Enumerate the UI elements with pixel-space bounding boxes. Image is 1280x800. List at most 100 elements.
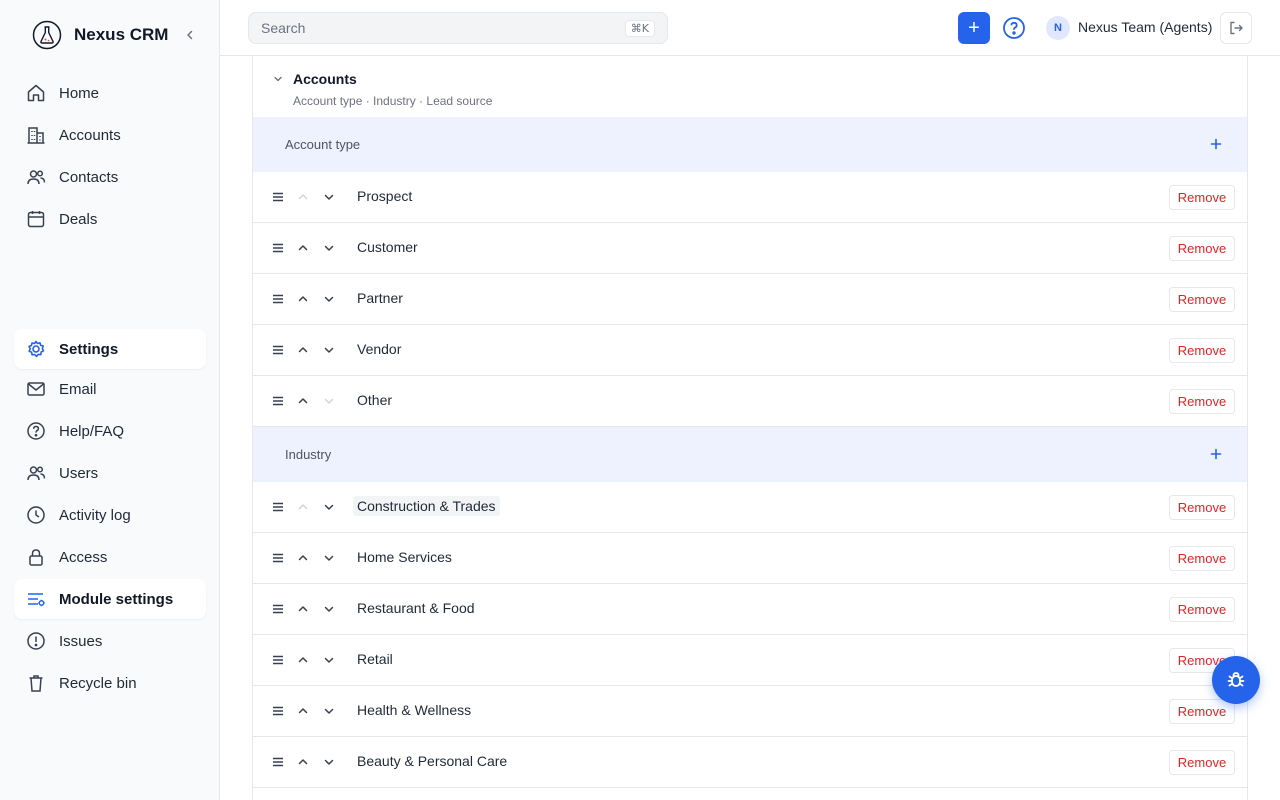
remove-button[interactable]: Remove xyxy=(1169,185,1235,210)
sidebar-item-label: Home xyxy=(59,84,100,102)
option-label[interactable]: Home Services xyxy=(357,547,452,567)
app-name: Nexus CRM xyxy=(74,25,169,44)
sidebar-item-access[interactable]: Access xyxy=(14,537,206,577)
move-down-button[interactable] xyxy=(322,550,336,566)
option-label[interactable]: Vendor xyxy=(357,339,401,359)
move-up-button[interactable] xyxy=(296,393,310,409)
picklist-row: Other Remove xyxy=(253,376,1247,427)
option-label[interactable]: Other xyxy=(357,390,392,410)
collapse-sidebar-button[interactable] xyxy=(180,25,200,45)
drag-handle-icon[interactable] xyxy=(271,652,285,668)
move-down-button[interactable] xyxy=(322,499,336,515)
option-label[interactable]: Beauty & Personal Care xyxy=(357,751,507,771)
brand[interactable]: Nexus CRM xyxy=(32,20,168,50)
option-label[interactable]: Restaurant & Food xyxy=(357,598,475,618)
drag-handle-icon[interactable] xyxy=(271,393,285,409)
move-up-button[interactable] xyxy=(296,550,310,566)
remove-button[interactable]: Remove xyxy=(1169,338,1235,363)
move-up-button[interactable] xyxy=(296,703,310,719)
move-up-button[interactable] xyxy=(296,342,310,358)
sidebar-item-deals[interactable]: Deals xyxy=(14,199,206,239)
remove-button[interactable]: Remove xyxy=(1169,236,1235,261)
drag-handle-icon[interactable] xyxy=(271,342,285,358)
remove-button[interactable]: Remove xyxy=(1169,750,1235,775)
drag-handle-icon[interactable] xyxy=(271,291,285,307)
sidebar-item-label: Recycle bin xyxy=(59,674,137,692)
picklist-row: Health & Wellness Remove xyxy=(253,686,1247,737)
chevron-down-icon xyxy=(324,189,334,205)
move-up-button[interactable] xyxy=(296,754,310,770)
sidebar-item-contacts[interactable]: Contacts xyxy=(14,157,206,197)
move-down-button[interactable] xyxy=(322,240,336,256)
option-label[interactable]: Construction & Trades xyxy=(353,496,500,516)
remove-button[interactable]: Remove xyxy=(1169,546,1235,571)
drag-handle-icon[interactable] xyxy=(271,499,285,515)
move-up-button[interactable] xyxy=(296,652,310,668)
picklist-row: Customer Remove xyxy=(253,223,1247,274)
move-down-button[interactable] xyxy=(322,393,336,409)
add-option-button[interactable] xyxy=(1207,135,1225,153)
chevron-down-icon xyxy=(324,652,334,668)
drag-handle-icon[interactable] xyxy=(271,189,285,205)
move-down-button[interactable] xyxy=(322,189,336,205)
drag-handle-icon[interactable] xyxy=(271,703,285,719)
sidebar-item-home[interactable]: Home xyxy=(14,73,206,113)
drag-handle-icon[interactable] xyxy=(271,240,285,256)
move-down-button[interactable] xyxy=(322,342,336,358)
chevron-down-icon xyxy=(324,703,334,719)
sidebar-item-label: Users xyxy=(59,464,99,482)
option-label[interactable]: Retail xyxy=(357,649,393,669)
move-down-button[interactable] xyxy=(322,601,336,617)
help-button[interactable] xyxy=(1002,16,1026,40)
remove-button[interactable]: Remove xyxy=(1169,287,1235,312)
sidebar-item-label: Activity log xyxy=(59,506,131,524)
drag-handle-icon[interactable] xyxy=(271,601,285,617)
remove-button[interactable]: Remove xyxy=(1169,389,1235,414)
option-label[interactable]: Health & Wellness xyxy=(357,700,471,720)
move-down-button[interactable] xyxy=(322,754,336,770)
picklist-row: Retail Remove xyxy=(253,635,1247,686)
add-option-button[interactable] xyxy=(1207,445,1225,463)
chevron-down-icon xyxy=(324,342,334,358)
remove-button[interactable]: Remove xyxy=(1169,699,1235,724)
move-up-button[interactable] xyxy=(296,499,310,515)
move-up-button[interactable] xyxy=(296,240,310,256)
topbar: Search ⌘K + N Nexus Team (Agents) xyxy=(220,0,1280,56)
move-up-button[interactable] xyxy=(296,601,310,617)
chevron-down-icon xyxy=(324,393,334,409)
drag-handle-icon[interactable] xyxy=(271,754,285,770)
option-label[interactable]: Partner xyxy=(357,288,403,308)
remove-button[interactable]: Remove xyxy=(1169,597,1235,622)
move-up-button[interactable] xyxy=(296,189,310,205)
sidebar-item-activity-log[interactable]: Activity log xyxy=(14,495,206,535)
add-button[interactable]: + xyxy=(958,12,990,44)
sidebar-item-label: Issues xyxy=(59,632,103,650)
move-up-button[interactable] xyxy=(296,291,310,307)
move-down-button[interactable] xyxy=(322,652,336,668)
user-name[interactable]: Nexus Team (Agents) xyxy=(1078,19,1212,35)
picklist-row: Partner Remove xyxy=(253,274,1247,325)
bug-report-button[interactable] xyxy=(1212,656,1260,704)
logout-icon xyxy=(1230,21,1243,35)
search-input[interactable]: Search ⌘K xyxy=(248,12,668,44)
drag-handle-icon[interactable] xyxy=(271,550,285,566)
remove-button[interactable]: Remove xyxy=(1169,495,1235,520)
option-label[interactable]: Prospect xyxy=(357,186,412,206)
move-down-button[interactable] xyxy=(322,703,336,719)
mail-icon xyxy=(25,378,47,400)
sidebar-item-users[interactable]: Users xyxy=(14,453,206,493)
option-label[interactable]: Customer xyxy=(357,237,418,257)
collapse-section-button[interactable] xyxy=(271,72,285,86)
picklist-row: Vendor Remove xyxy=(253,325,1247,376)
sidebar-item-help[interactable]: Help/FAQ xyxy=(14,411,206,451)
sidebar-item-recycle-bin[interactable]: Recycle bin xyxy=(14,663,206,703)
sidebar-item-module-settings[interactable]: Module settings xyxy=(14,579,206,619)
avatar[interactable]: N xyxy=(1046,16,1070,40)
sidebar-item-settings[interactable]: Settings xyxy=(14,329,206,369)
sidebar-item-email[interactable]: Email xyxy=(14,369,206,409)
sidebar-item-accounts[interactable]: Accounts xyxy=(14,115,206,155)
move-down-button[interactable] xyxy=(322,291,336,307)
module-settings-icon xyxy=(25,588,47,610)
logout-button[interactable] xyxy=(1220,12,1252,44)
sidebar-item-issues[interactable]: Issues xyxy=(14,621,206,661)
